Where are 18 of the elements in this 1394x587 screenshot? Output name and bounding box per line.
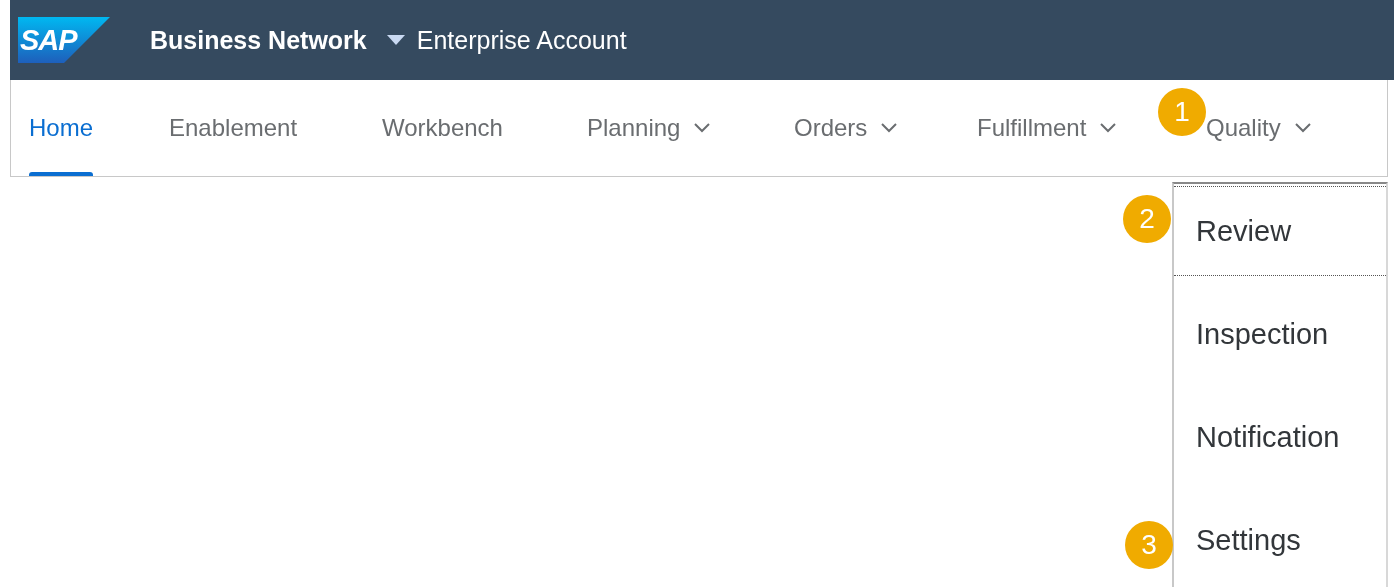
step-badge: 2 bbox=[1123, 195, 1171, 243]
nav-tab[interactable]: Workbench bbox=[382, 80, 503, 176]
nav-tab[interactable]: Planning bbox=[587, 80, 711, 176]
nav-tab[interactable]: Fulfillment bbox=[977, 80, 1117, 176]
menu-item[interactable]: Settings bbox=[1174, 495, 1386, 585]
menu-item[interactable]: Notification bbox=[1174, 392, 1386, 482]
caret-icon[interactable] bbox=[386, 35, 405, 45]
sap-logo[interactable]: SAP bbox=[18, 17, 110, 63]
step-badge: 1 bbox=[1158, 88, 1206, 136]
product-name[interactable]: Business Network bbox=[150, 25, 367, 55]
step-badge: 3 bbox=[1125, 521, 1173, 569]
nav-tab[interactable]: Enablement bbox=[169, 80, 298, 176]
nav-tab[interactable]: Orders bbox=[794, 80, 898, 176]
nav-tab[interactable]: Home bbox=[29, 80, 94, 176]
menu-item[interactable]: Review bbox=[1174, 186, 1386, 276]
nav-tab[interactable]: Quality bbox=[1206, 80, 1311, 176]
account-name[interactable]: Enterprise Account bbox=[416, 25, 627, 55]
menu-item[interactable]: Inspection bbox=[1174, 289, 1386, 379]
